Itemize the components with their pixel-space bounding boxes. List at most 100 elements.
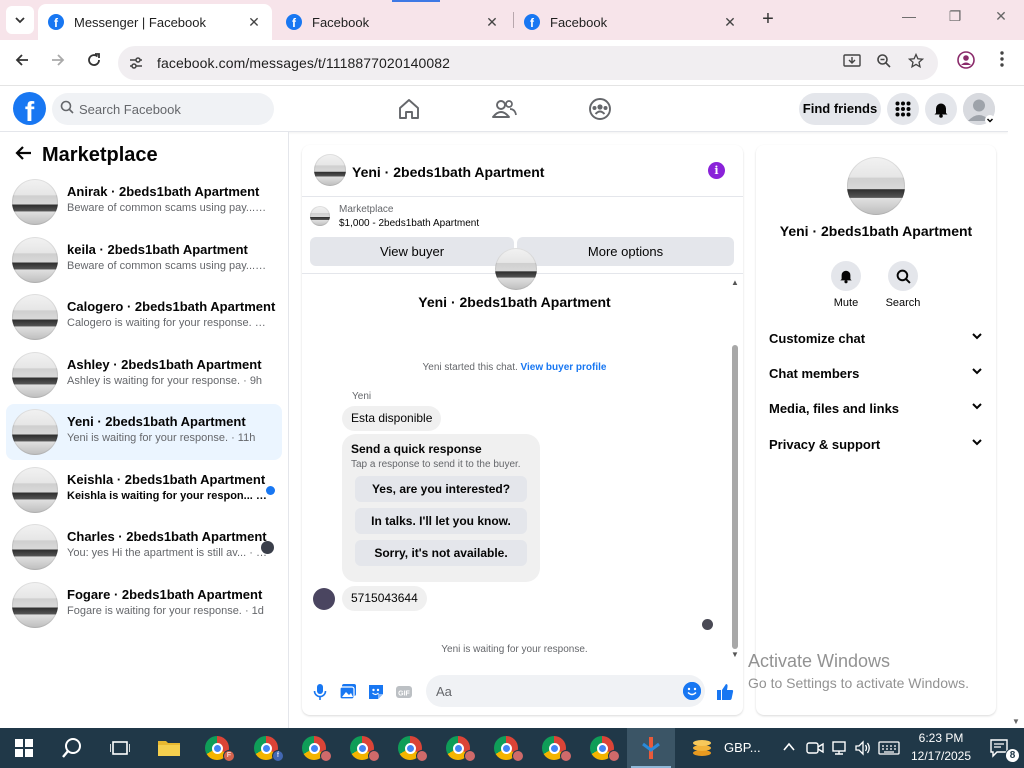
meet-now-icon[interactable] bbox=[806, 740, 824, 759]
chevron-down-icon bbox=[972, 333, 982, 340]
currency-widget-label[interactable]: GBP... bbox=[724, 740, 761, 755]
tab-facebook-2[interactable]: f Facebook ✕ bbox=[514, 4, 748, 40]
more-vertical-icon bbox=[1000, 51, 1004, 67]
view-buyer-button[interactable]: View buyer bbox=[310, 237, 514, 266]
restore-button[interactable]: ❐ bbox=[932, 8, 978, 32]
site-info-icon[interactable] bbox=[128, 55, 144, 71]
notifications-button[interactable] bbox=[925, 93, 957, 125]
privacy-support-section[interactable]: Privacy & support bbox=[769, 437, 983, 459]
back-arrow-icon[interactable] bbox=[14, 144, 32, 167]
chat-members-section[interactable]: Chat members bbox=[769, 366, 983, 388]
file-explorer-button[interactable] bbox=[145, 728, 193, 768]
media-files-links-section[interactable]: Media, files and links bbox=[769, 401, 983, 423]
emoji-icon[interactable] bbox=[683, 682, 701, 700]
chrome-profile-5[interactable] bbox=[386, 728, 434, 768]
chevron-down-icon bbox=[972, 403, 982, 410]
account-button[interactable] bbox=[963, 93, 995, 125]
sticker-icon[interactable] bbox=[366, 682, 386, 702]
network-icon[interactable] bbox=[830, 740, 848, 759]
start-button[interactable] bbox=[0, 728, 48, 768]
facebook-logo-icon[interactable]: f bbox=[13, 92, 46, 125]
task-view-button[interactable] bbox=[96, 728, 144, 768]
mute-button[interactable]: Mute bbox=[821, 261, 871, 309]
bookmark-star-icon[interactable] bbox=[906, 52, 926, 73]
gif-icon[interactable]: GIF bbox=[394, 682, 414, 702]
scrollbar-thumb[interactable] bbox=[732, 345, 738, 649]
conversation-item[interactable]: Yeni · 2beds1bath Apartment Yeni is waiti… bbox=[6, 404, 282, 460]
close-tab-icon[interactable]: ✕ bbox=[484, 14, 500, 31]
conversation-item[interactable]: keila · 2beds1bath Apartment Beware of co… bbox=[6, 232, 282, 288]
chrome-profile-6[interactable] bbox=[434, 728, 482, 768]
view-buyer-profile-link[interactable]: View buyer profile bbox=[521, 362, 607, 373]
install-app-icon[interactable] bbox=[842, 53, 862, 73]
volume-icon[interactable] bbox=[854, 740, 872, 759]
active-app-button[interactable] bbox=[627, 728, 675, 768]
action-center-button[interactable]: 8 bbox=[976, 728, 1024, 768]
address-bar[interactable]: facebook.com/messages/t/1118877020140082 bbox=[118, 46, 938, 80]
like-thumb-icon[interactable] bbox=[715, 682, 735, 702]
listing-price-title[interactable]: $1,000 - 2beds1bath Apartment bbox=[339, 218, 479, 229]
keyboard-icon[interactable] bbox=[878, 740, 900, 759]
new-tab-button[interactable]: + bbox=[756, 8, 780, 32]
chrome-profile-4[interactable] bbox=[338, 728, 386, 768]
groups-nav-button[interactable] bbox=[585, 94, 615, 124]
chrome-profile-9[interactable] bbox=[578, 728, 626, 768]
home-nav-button[interactable] bbox=[394, 94, 424, 124]
quick-response-button[interactable]: In talks. I'll let you know. bbox=[355, 508, 527, 534]
facebook-search-input[interactable]: Search Facebook bbox=[52, 93, 274, 125]
chat-panel: Yeni · 2beds1bath Apartment i Marketplac… bbox=[302, 145, 743, 715]
read-receipt-avatar bbox=[702, 619, 713, 630]
zoom-icon[interactable] bbox=[874, 53, 894, 73]
scroll-down-arrow-icon[interactable]: ▼ bbox=[1012, 717, 1020, 726]
chrome-profile-7[interactable] bbox=[482, 728, 530, 768]
close-tab-icon[interactable]: ✕ bbox=[722, 14, 738, 31]
customize-chat-section[interactable]: Customize chat bbox=[769, 331, 983, 353]
info-icon[interactable]: i bbox=[708, 162, 725, 179]
thread-scrollbar[interactable]: ▲ ▼ bbox=[730, 278, 740, 659]
clock-time[interactable]: 6:23 PM bbox=[912, 731, 970, 745]
menu-grid-button[interactable] bbox=[887, 93, 919, 125]
conversation-item[interactable]: Calogero · 2beds1bath Apartment Calogero … bbox=[6, 289, 282, 345]
conversation-item[interactable]: Fogare · 2beds1bath Apartment Fogare is w… bbox=[6, 577, 282, 633]
conversation-item[interactable]: Ashley · 2beds1bath Apartment Ashley is w… bbox=[6, 347, 282, 403]
quick-response-button[interactable]: Yes, are you interested? bbox=[355, 476, 527, 502]
quick-response-button[interactable]: Sorry, it's not available. bbox=[355, 540, 527, 566]
conversation-item[interactable]: Keishla · 2beds1bath Apartment Keishla is… bbox=[6, 462, 282, 518]
minimize-button[interactable]: — bbox=[886, 8, 932, 32]
conversation-name: Anirak · 2beds1bath Apartment bbox=[67, 184, 260, 199]
browser-menu-button[interactable] bbox=[990, 51, 1014, 75]
chrome-profile-3[interactable] bbox=[290, 728, 338, 768]
profile-button[interactable] bbox=[954, 51, 978, 75]
chat-avatar[interactable] bbox=[314, 154, 346, 186]
chrome-profile-8[interactable] bbox=[530, 728, 578, 768]
message-input[interactable]: Aa bbox=[426, 675, 705, 707]
tab-facebook-1[interactable]: f Facebook ✕ bbox=[276, 4, 510, 40]
tab-search-button[interactable] bbox=[6, 6, 34, 34]
search-in-chat-button[interactable]: Search bbox=[878, 261, 928, 309]
close-tab-icon[interactable]: ✕ bbox=[246, 14, 262, 31]
friends-nav-button[interactable] bbox=[489, 94, 519, 124]
grid-menu-icon bbox=[895, 101, 911, 117]
back-button[interactable] bbox=[10, 51, 34, 75]
scroll-up-arrow-icon[interactable]: ▲ bbox=[731, 278, 739, 287]
reload-button[interactable] bbox=[82, 51, 106, 75]
forward-button[interactable] bbox=[46, 51, 70, 75]
find-friends-button[interactable]: Find friends bbox=[799, 93, 881, 125]
tab-messenger[interactable]: f Messenger | Facebook ✕ bbox=[38, 4, 272, 40]
scroll-down-arrow-icon[interactable]: ▼ bbox=[731, 650, 739, 659]
conversation-item[interactable]: Charles · 2beds1bath Apartment You: yes H… bbox=[6, 519, 282, 575]
chrome-profile-1[interactable]: F bbox=[193, 728, 241, 768]
show-hidden-icons-chevron-icon[interactable] bbox=[782, 740, 796, 757]
page-scrollbar[interactable]: ▼ bbox=[1008, 86, 1024, 728]
photo-icon[interactable] bbox=[338, 682, 358, 702]
contact-avatar[interactable] bbox=[847, 157, 905, 215]
chrome-profile-2[interactable]: f bbox=[242, 728, 290, 768]
currency-widget-icon[interactable] bbox=[682, 728, 722, 768]
close-window-button[interactable]: ✕ bbox=[978, 8, 1024, 32]
more-options-button[interactable]: More options bbox=[517, 237, 734, 266]
chat-title[interactable]: Yeni · 2beds1bath Apartment bbox=[352, 164, 544, 180]
taskbar-search-button[interactable] bbox=[48, 728, 96, 768]
conversation-item[interactable]: Anirak · 2beds1bath Apartment Beware of c… bbox=[6, 174, 282, 230]
microphone-icon[interactable] bbox=[310, 682, 330, 702]
clock-date[interactable]: 12/17/2025 bbox=[906, 749, 976, 763]
